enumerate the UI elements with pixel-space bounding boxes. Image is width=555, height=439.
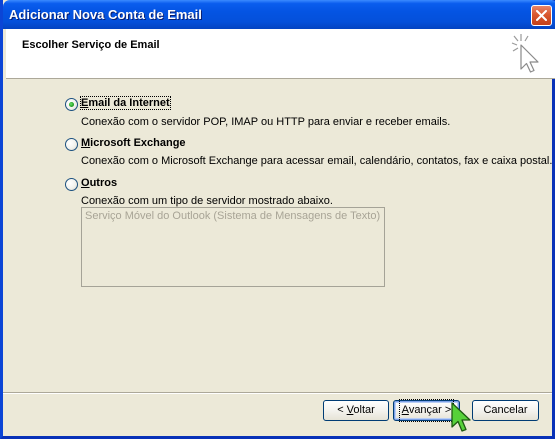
close-button[interactable] [531,5,552,26]
radio-others[interactable] [65,178,78,191]
radio-internet-email[interactable] [65,98,78,111]
window-title: Adicionar Nova Conta de Email [9,7,202,22]
title-bar[interactable]: Adicionar Nova Conta de Email [3,0,555,29]
wizard-header: Escolher Serviço de Email [6,29,555,79]
radio-microsoft-exchange[interactable] [65,138,78,151]
footer-divider-highlight [3,393,552,394]
list-item: Serviço Móvel do Outlook (Sistema de Men… [85,210,381,222]
option-desc-others: Conexão com um tipo de servidor mostrado… [81,195,333,207]
option-label-internet-email[interactable]: Email da Internet [80,96,171,110]
other-servers-list: Serviço Móvel do Outlook (Sistema de Men… [81,207,385,287]
option-label-others[interactable]: Outros [81,177,117,189]
mouse-pointer-icon [451,402,471,432]
cancel-button[interactable]: Cancelar [472,400,539,421]
wizard-cursor-icon [511,34,539,73]
option-desc-internet-email: Conexão com o servidor POP, IMAP ou HTTP… [81,116,451,128]
option-desc-microsoft-exchange: Conexão com o Microsoft Exchange para ac… [81,155,553,167]
back-button[interactable]: < Voltar [323,400,389,421]
option-label-microsoft-exchange[interactable]: Microsoft Exchange [81,137,186,149]
close-icon [536,10,547,21]
page-title: Escolher Serviço de Email [22,39,160,51]
